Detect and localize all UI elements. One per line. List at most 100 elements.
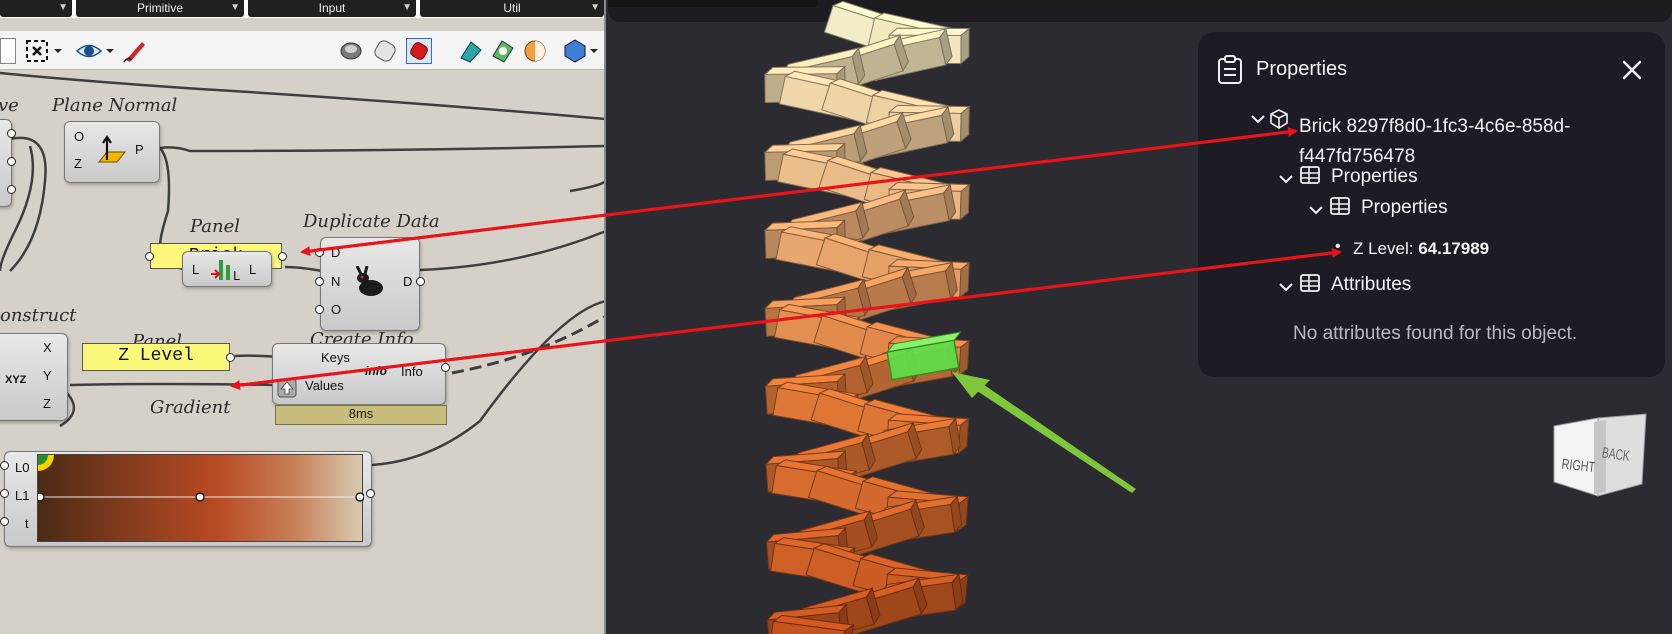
material-icon[interactable] xyxy=(490,38,516,64)
port-o: O xyxy=(74,129,85,144)
chevron-down-icon[interactable] xyxy=(104,38,116,64)
list-length-component[interactable]: L L L xyxy=(182,251,272,287)
chevron-down-icon[interactable] xyxy=(1278,281,1294,293)
sketch-pen-icon[interactable] xyxy=(122,38,148,64)
port-p: P xyxy=(135,142,144,157)
gradient-preview[interactable] xyxy=(37,454,364,542)
definition-canvas[interactable]: ve Plane Normal O Z P Panel Brick L xyxy=(0,71,604,634)
tab-previous[interactable]: ▼ xyxy=(0,0,72,17)
rabbit-icon xyxy=(355,266,383,296)
tree-item-brick[interactable]: Brick 8297f8d0-1fc3-4c6e-858d- f447fd756… xyxy=(1299,116,1570,168)
shader-ball-icon[interactable] xyxy=(522,38,548,64)
chevron-down-icon[interactable] xyxy=(588,38,600,64)
tree-item-properties-2[interactable]: Properties xyxy=(1361,197,1448,219)
pin xyxy=(145,252,154,261)
gradient-grips xyxy=(38,455,364,502)
pin xyxy=(416,277,425,286)
port-y: Y xyxy=(43,368,52,383)
port-t: t xyxy=(25,516,29,531)
create-info-component[interactable]: Keys Values info Info xyxy=(272,343,446,405)
table-icon xyxy=(1330,197,1350,215)
port-info: Info xyxy=(401,364,423,379)
plane-normal-title: Plane Normal xyxy=(52,95,178,116)
cube-outline-icon xyxy=(1270,109,1288,129)
bake-icon[interactable] xyxy=(458,38,484,64)
chevron-down-icon[interactable] xyxy=(1278,173,1294,185)
z-level-key: Z Level: xyxy=(1353,239,1414,258)
pin xyxy=(7,129,16,138)
pin xyxy=(278,252,287,261)
chevron-down-icon[interactable] xyxy=(1250,113,1266,125)
port-d-in: D xyxy=(331,245,341,260)
chevron-down-icon[interactable] xyxy=(52,38,64,64)
construct-point-component[interactable]: XYZ X Y Z xyxy=(0,333,68,421)
bullet: • xyxy=(1335,238,1341,255)
canvas-toolbar xyxy=(0,30,604,70)
properties-title: Properties xyxy=(1256,58,1348,80)
properties-panel: Properties Brick 8297f8d0-1fc3-4c6e-858d… xyxy=(1198,32,1665,377)
clipboard-icon xyxy=(1218,55,1242,84)
preview-wireframe-icon[interactable] xyxy=(338,38,364,64)
property-z-level: Z Level: 64.17989 xyxy=(1353,239,1489,259)
tree-item-properties-1[interactable]: Properties xyxy=(1331,166,1418,188)
pin xyxy=(315,248,324,257)
port-z: Z xyxy=(74,156,82,171)
port-n: N xyxy=(331,274,341,289)
port-d-out: D xyxy=(403,274,413,289)
preview-shaded-icon[interactable] xyxy=(372,38,398,64)
timer-badge: 8ms xyxy=(275,405,447,425)
svg-text:L: L xyxy=(233,269,240,283)
tab-primitive[interactable]: Primitive ▼ xyxy=(76,0,244,17)
panel-brick-title: Panel xyxy=(190,216,241,237)
attributes-empty-message: No attributes found for this object. xyxy=(1293,323,1578,344)
display-mode-icon[interactable] xyxy=(562,38,588,64)
pin xyxy=(366,489,375,498)
port-values: Values xyxy=(305,378,344,393)
plane-normal-component[interactable]: O Z P xyxy=(64,121,160,183)
duplicate-data-title: Duplicate Data xyxy=(303,211,440,232)
zoom-extents-icon[interactable] xyxy=(24,38,50,64)
pin xyxy=(0,517,9,526)
pin xyxy=(0,489,9,498)
tab-input[interactable]: Input ▼ xyxy=(248,0,416,17)
tab-util[interactable]: Util ▼ xyxy=(420,0,604,17)
pin xyxy=(226,353,235,362)
pin xyxy=(7,185,16,194)
chevron-down-icon[interactable] xyxy=(1308,204,1324,216)
gradient-title: Gradient xyxy=(150,397,231,418)
duplicate-data-component[interactable]: D N O D xyxy=(320,237,420,331)
port-l0: L0 xyxy=(15,460,30,475)
construct-point-icon: XYZ xyxy=(5,374,27,386)
port-x: X xyxy=(43,340,52,355)
preview-eye-icon[interactable] xyxy=(76,38,102,64)
pin xyxy=(441,363,450,372)
tree-item-attributes[interactable]: Attributes xyxy=(1331,274,1411,296)
port-keys: Keys xyxy=(321,350,350,365)
pin xyxy=(7,157,16,166)
gradient-component[interactable]: L0 L1 t xyxy=(4,451,372,547)
viewcube-back-label[interactable]: BACK xyxy=(1601,443,1631,464)
port-z: Z xyxy=(43,396,51,411)
panel-zlevel[interactable]: Z Level xyxy=(82,343,230,371)
port-l-out: L xyxy=(249,262,257,277)
pin xyxy=(315,277,324,286)
preview-selected-icon[interactable] xyxy=(406,38,432,64)
arrow-up-icon[interactable] xyxy=(277,378,297,398)
close-icon[interactable] xyxy=(1618,56,1646,84)
list-length-icon: L xyxy=(211,260,240,283)
brick-id-line1: Brick 8297f8d0-1fc3-4c6e-858d- xyxy=(1299,116,1571,137)
pin xyxy=(0,461,9,470)
z-level-value: 64.17989 xyxy=(1418,239,1490,258)
port-l-in: L xyxy=(192,262,200,277)
view-cube[interactable]: RIGHT BACK xyxy=(1550,410,1650,504)
construct-point-title: onstruct xyxy=(0,305,77,326)
table-icon xyxy=(1300,274,1320,292)
properties-header: Properties xyxy=(1216,54,1646,84)
port-l1: L1 xyxy=(15,488,30,503)
viewcube-right-label[interactable]: RIGHT xyxy=(1561,455,1596,475)
zoom-dropdown[interactable] xyxy=(0,38,16,64)
plane-icon xyxy=(97,135,127,163)
brick-id-line2: f447fd756478 xyxy=(1299,146,1416,167)
pin xyxy=(315,305,324,314)
component-tab-strip: ▼ Primitive ▼ Input ▼ Util ▼ xyxy=(0,0,604,18)
